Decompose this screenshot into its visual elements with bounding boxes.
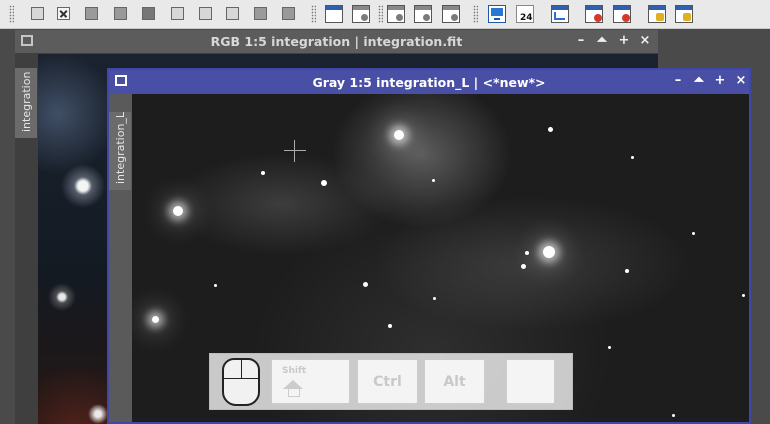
meta-key — [506, 359, 555, 404]
mouse-icon — [222, 358, 260, 406]
square-icon[interactable] — [85, 7, 98, 20]
star — [543, 246, 555, 258]
monitor-icon[interactable] — [488, 5, 506, 23]
shift-arrow-icon — [283, 380, 303, 389]
main-toolbar: 24 — [0, 0, 770, 29]
ctrl-key: Ctrl — [357, 359, 418, 404]
star — [608, 346, 611, 349]
close-button[interactable]: × — [734, 73, 748, 89]
star — [548, 127, 553, 132]
minimize-button[interactable]: – — [574, 33, 588, 49]
keyboard-modifier-overlay: Shift Ctrl Alt — [209, 353, 573, 410]
square-icon[interactable] — [254, 7, 267, 20]
shift-key-label: Shift — [282, 366, 307, 376]
close-button[interactable]: × — [638, 33, 652, 49]
square-icon[interactable] — [142, 7, 155, 20]
star — [692, 232, 695, 235]
star — [261, 171, 265, 175]
window-close-red-icon[interactable] — [585, 5, 603, 23]
star — [432, 179, 435, 182]
star — [394, 130, 404, 140]
shade-button[interactable]: ⏶ — [595, 33, 609, 49]
toolbar-grip-icon[interactable] — [473, 5, 478, 23]
square-icon[interactable] — [282, 7, 295, 20]
bit-depth-24-icon[interactable]: 24 — [516, 5, 534, 23]
window-back-arrow-icon[interactable] — [551, 5, 569, 23]
star — [363, 282, 368, 287]
minimize-button[interactable]: – — [671, 73, 685, 89]
toolbar-grip-icon[interactable] — [378, 5, 383, 23]
star — [214, 284, 217, 287]
star — [625, 269, 629, 273]
star — [525, 251, 529, 255]
square-icon[interactable] — [199, 7, 212, 20]
maximize-button[interactable]: + — [713, 73, 727, 89]
alt-key: Alt — [424, 359, 485, 404]
image-identifier-tab[interactable]: integration_L — [109, 112, 131, 190]
cursor-crosshair-icon — [284, 140, 306, 162]
window-title: Gray 1:5 integration_L | <*new*> — [312, 75, 546, 90]
window-zoom-icon[interactable] — [442, 5, 460, 23]
star — [433, 297, 436, 300]
ctrl-key-label: Ctrl — [373, 374, 402, 390]
toolbar-grip-icon[interactable] — [311, 5, 316, 23]
window-yellow-icon[interactable] — [648, 5, 666, 23]
shift-key: Shift — [271, 359, 350, 404]
window-icon[interactable] — [325, 5, 343, 23]
star — [672, 414, 675, 417]
star — [152, 316, 159, 323]
maximize-button[interactable]: + — [617, 33, 631, 49]
window-title: RGB 1:5 integration | integration.fit — [210, 34, 463, 49]
square-icon[interactable] — [171, 7, 184, 20]
window-titlebar[interactable]: Gray 1:5 integration_L | <*new*> – ⏶ + × — [109, 70, 749, 94]
window-titlebar[interactable]: RGB 1:5 integration | integration.fit – … — [15, 30, 658, 53]
star — [521, 264, 526, 269]
window-close-all-red-icon[interactable] — [613, 5, 631, 23]
star — [742, 294, 745, 297]
square-icon[interactable] — [226, 7, 239, 20]
close-image-icon[interactable] — [57, 7, 70, 20]
alt-key-label: Alt — [443, 374, 466, 390]
star — [388, 324, 392, 328]
window-check-icon[interactable] — [414, 5, 432, 23]
star — [631, 156, 634, 159]
window-settings-icon[interactable] — [387, 5, 405, 23]
window-yellow-star-icon[interactable] — [675, 5, 693, 23]
image-icon[interactable] — [31, 7, 44, 20]
star — [321, 180, 327, 186]
window-gray-icon[interactable] — [352, 5, 370, 23]
square-icon[interactable] — [114, 7, 127, 20]
toolbar-grip-icon[interactable] — [9, 5, 14, 23]
star — [173, 206, 183, 216]
shade-button[interactable]: ⏶ — [692, 73, 706, 89]
image-identifier-tab[interactable]: integration — [15, 68, 37, 138]
